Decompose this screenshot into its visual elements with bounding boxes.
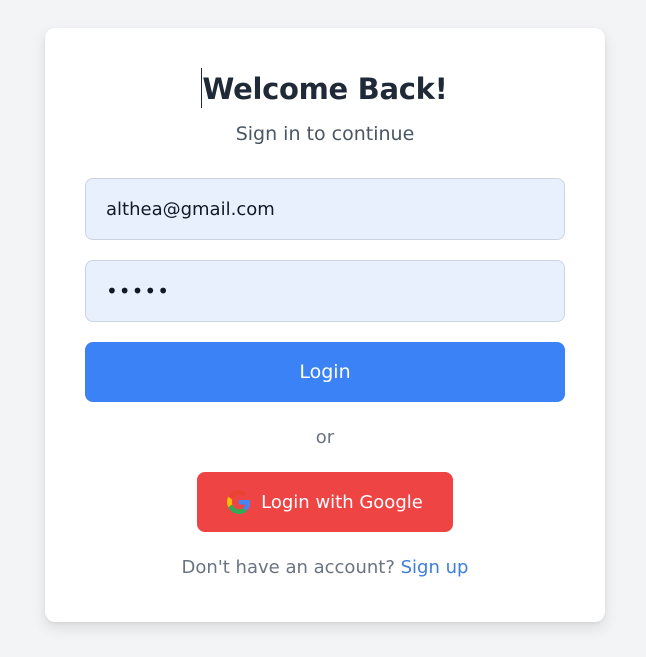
login-card: Welcome Back! Sign in to continue Login … [45, 28, 605, 622]
page-title-text: Welcome Back! [202, 72, 448, 106]
signup-prompt-text: Don't have an account? [181, 557, 395, 578]
title-wrap: Welcome Back! [45, 68, 605, 110]
google-login-button[interactable]: Login with Google [197, 472, 453, 532]
signup-link[interactable]: Sign up [401, 557, 469, 578]
signup-prompt: Don't have an account? Sign up [45, 554, 605, 582]
page-title: Welcome Back! [201, 68, 448, 110]
google-g-icon [227, 490, 251, 514]
or-divider: or [315, 427, 335, 448]
text-caret [201, 68, 203, 108]
password-field[interactable] [85, 260, 565, 322]
login-button[interactable]: Login [85, 342, 565, 402]
email-field[interactable] [85, 178, 565, 240]
google-login-label: Login with Google [261, 491, 423, 513]
page-subtitle: Sign in to continue [235, 123, 415, 145]
